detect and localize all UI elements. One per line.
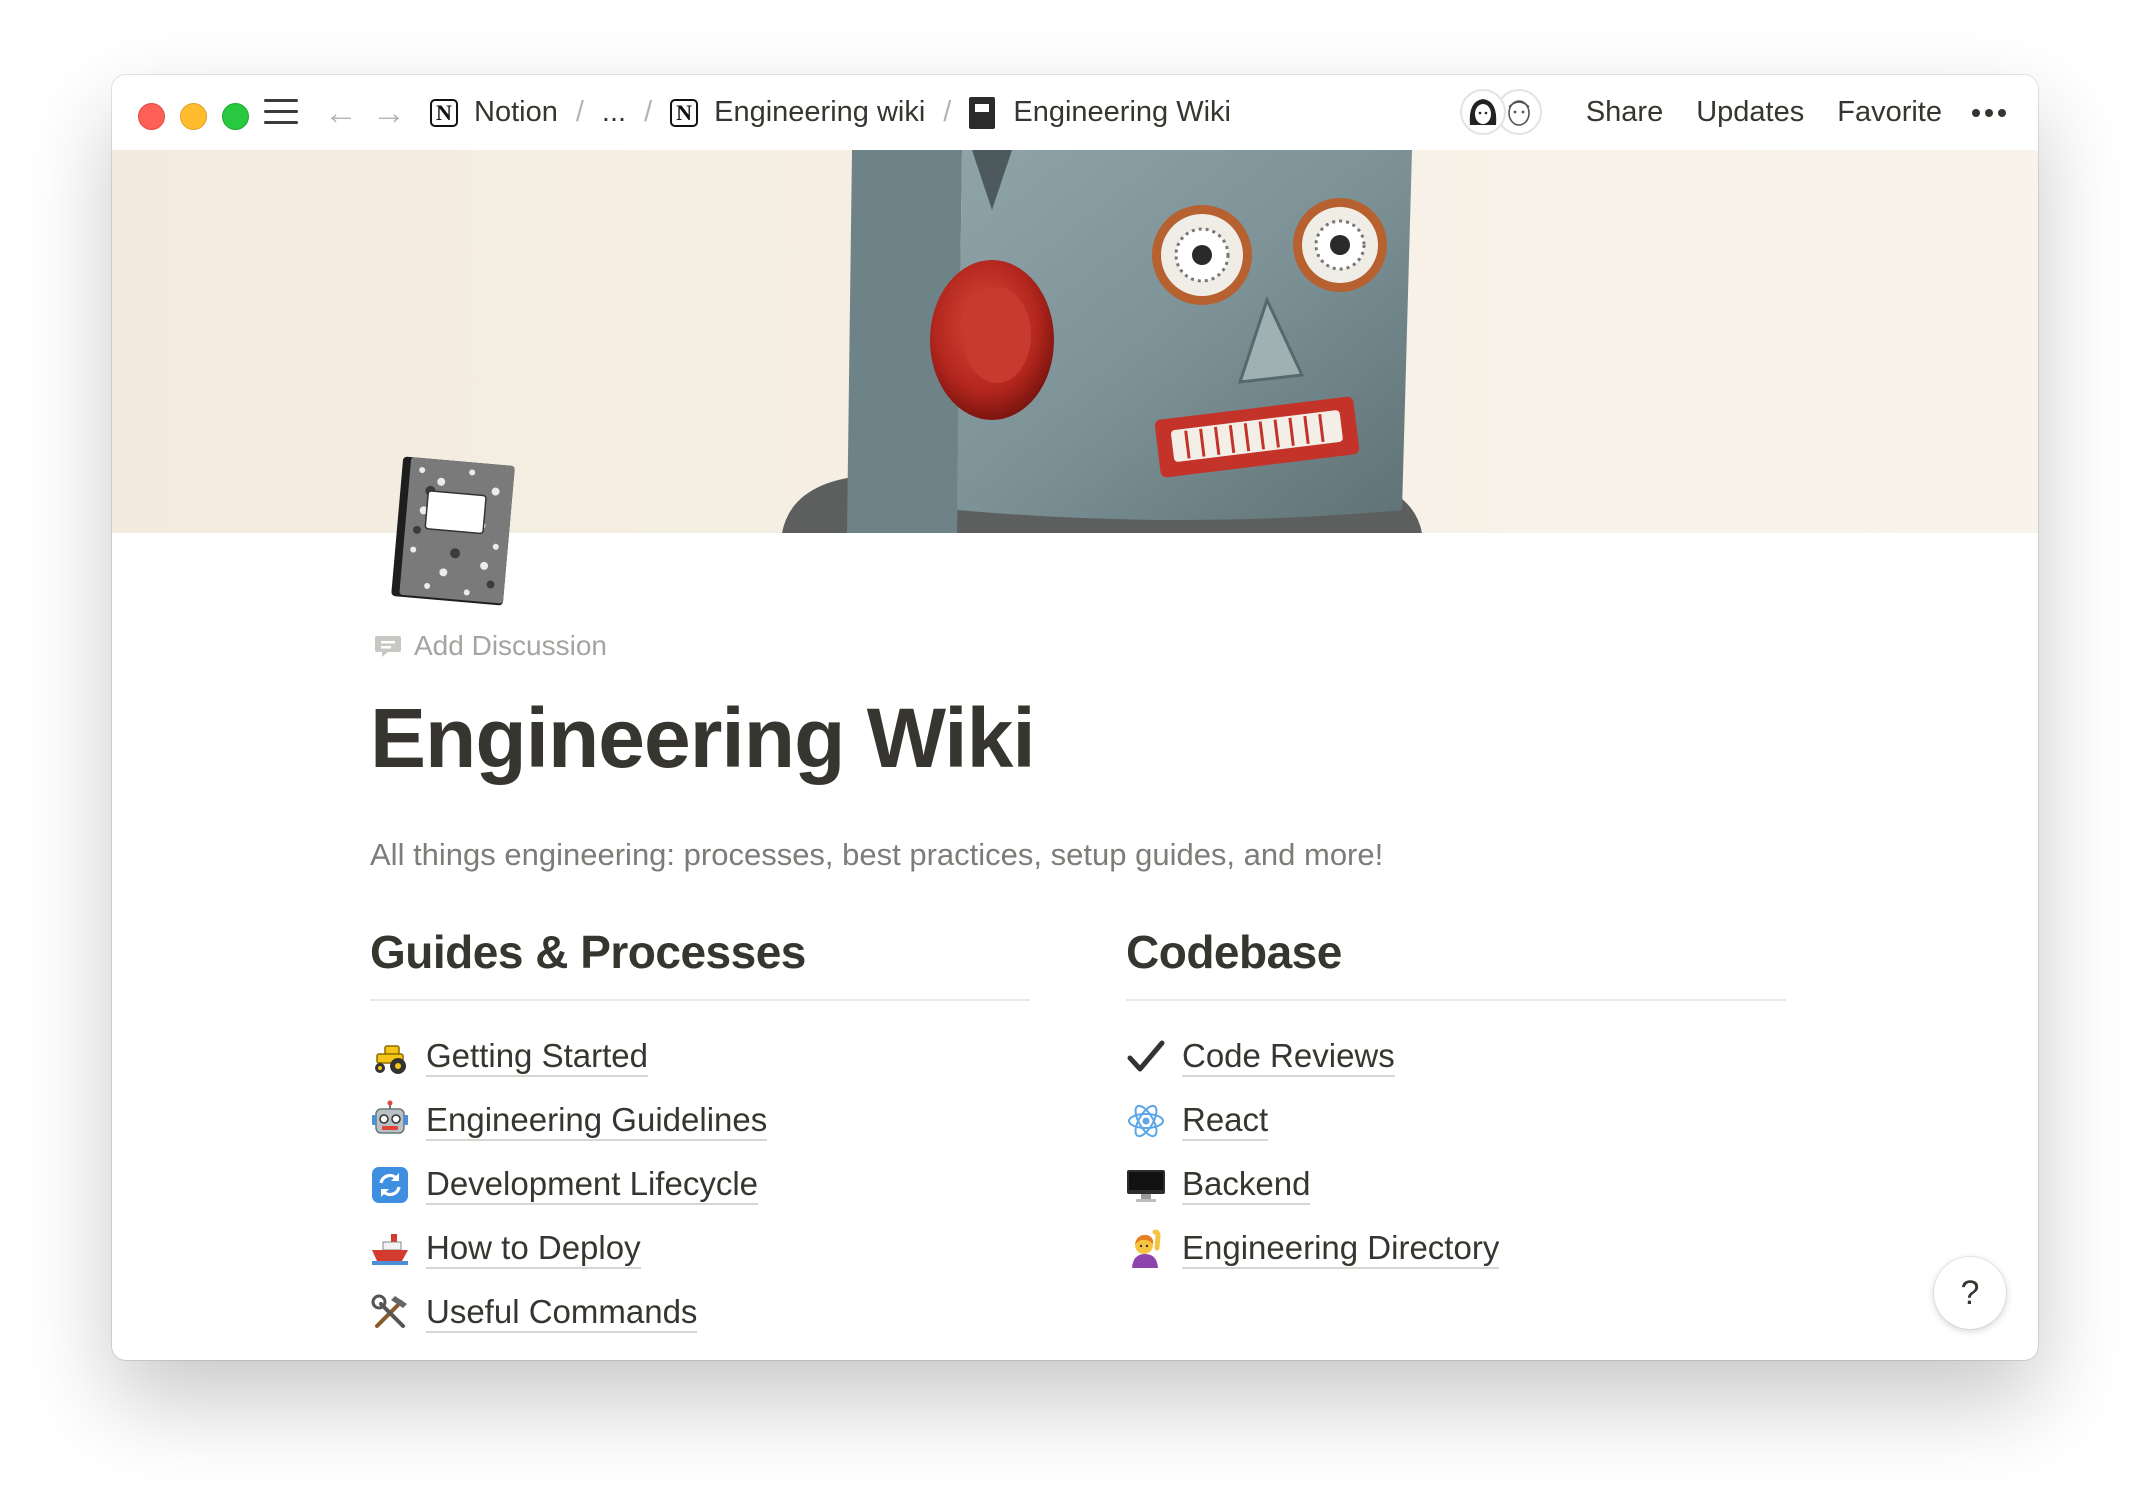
person-raising-hand-icon (1124, 1227, 1168, 1271)
page-link-engineering-directory[interactable]: Engineering Directory (1122, 1217, 1786, 1281)
notion-logo-icon: N (670, 98, 699, 127)
ship-icon (368, 1227, 412, 1271)
add-discussion-button[interactable]: Add Discussion (374, 630, 607, 662)
add-discussion-label: Add Discussion (414, 630, 607, 661)
page-link-label: Code Reviews (1182, 1037, 1395, 1077)
breadcrumb-engineering-wiki-workspace[interactable]: N Engineering wiki (670, 96, 925, 129)
app-window: ← → N Notion / ... / N Engineering wiki … (112, 75, 2038, 1360)
desktop-computer-icon (1124, 1163, 1168, 1207)
notion-logo-icon: N (430, 98, 458, 127)
page-link-label: Getting Started (426, 1037, 648, 1077)
title-bar: ← → N Notion / ... / N Engineering wiki … (112, 75, 2038, 150)
page-link-label: Engineering Guidelines (426, 1101, 768, 1141)
page-link-label: How to Deploy (426, 1229, 641, 1269)
notebook-icon (969, 96, 996, 129)
collaborator-avatars[interactable] (1460, 89, 1542, 137)
page-link-engineering-guidelines[interactable]: Engineering Guidelines (366, 1089, 1030, 1153)
forward-arrow-icon[interactable]: → (372, 95, 406, 131)
breadcrumb-engineering-wiki-page[interactable]: Engineering Wiki (969, 96, 1231, 129)
page-link-backend[interactable]: Backend (1122, 1153, 1786, 1217)
breadcrumb-ellipsis[interactable]: ... (602, 96, 626, 129)
top-actions: Share Updates Favorite (1553, 75, 2006, 150)
minimize-window-button[interactable] (180, 103, 207, 130)
page-title[interactable]: Engineering Wiki (370, 690, 1036, 787)
page-description[interactable]: All things engineering: processes, best … (370, 837, 1383, 873)
robot-icon (368, 1099, 412, 1143)
tools-icon (368, 1291, 412, 1335)
section-heading[interactable]: Codebase (1126, 925, 1786, 1001)
section-heading[interactable]: Guides & Processes (370, 925, 1030, 1001)
breadcrumb-notion[interactable]: N Notion (430, 96, 558, 129)
notebook-icon (391, 456, 515, 606)
breadcrumb-label: Notion (474, 96, 558, 128)
page-icon-notebook[interactable] (387, 453, 519, 607)
link-list: Code Reviews React Backend Engineering D… (1122, 1025, 1786, 1281)
window-controls (138, 103, 249, 130)
page-link-code-reviews[interactable]: Code Reviews (1122, 1025, 1786, 1089)
page-link-react[interactable]: React (1122, 1089, 1786, 1153)
page-link-getting-started[interactable]: Getting Started (366, 1025, 1030, 1089)
page-link-label: Useful Commands (426, 1293, 698, 1333)
link-list: Getting Started Engineering Guidelines D… (366, 1025, 1030, 1345)
breadcrumb-separator: / (575, 96, 584, 128)
page-link-label: Engineering Directory (1182, 1229, 1500, 1269)
sidebar-menu-icon[interactable] (264, 99, 298, 129)
breadcrumb-label: Engineering Wiki (1013, 96, 1231, 128)
close-window-button[interactable] (138, 103, 165, 130)
breadcrumb-label: ... (601, 96, 627, 128)
comment-icon (375, 636, 401, 657)
favorite-button[interactable]: Favorite (1837, 96, 1942, 129)
atom-icon (1124, 1099, 1168, 1143)
page-link-label: Development Lifecycle (426, 1165, 758, 1205)
help-button[interactable]: ? (1934, 1257, 2006, 1329)
back-arrow-icon[interactable]: ← (324, 95, 358, 131)
breadcrumb-separator: / (943, 96, 952, 128)
maximize-window-button[interactable] (222, 103, 249, 130)
avatar (1460, 89, 1506, 135)
page-link-how-to-deploy[interactable]: How to Deploy (366, 1217, 1030, 1281)
page-link-label: Backend (1182, 1165, 1311, 1205)
column-codebase: Codebase Code Reviews React Backend Engi… (1122, 925, 1786, 1281)
cycle-arrows-icon (368, 1163, 412, 1207)
column-guides-processes: Guides & Processes Getting Started Engin… (366, 925, 1030, 1345)
checkmark-icon (1124, 1035, 1168, 1079)
page-link-label: React (1182, 1101, 1269, 1141)
tractor-icon (368, 1035, 412, 1079)
page-link-development-lifecycle[interactable]: Development Lifecycle (366, 1153, 1030, 1217)
more-options-icon[interactable] (1972, 108, 2006, 117)
breadcrumb: N Notion / ... / N Engineering wiki / En… (430, 75, 1231, 150)
breadcrumb-label: Engineering wiki (714, 96, 926, 128)
share-button[interactable]: Share (1586, 96, 1663, 129)
breadcrumb-separator: / (644, 96, 653, 128)
updates-button[interactable]: Updates (1696, 96, 1804, 129)
page-link-useful-commands[interactable]: Useful Commands (366, 1281, 1030, 1345)
